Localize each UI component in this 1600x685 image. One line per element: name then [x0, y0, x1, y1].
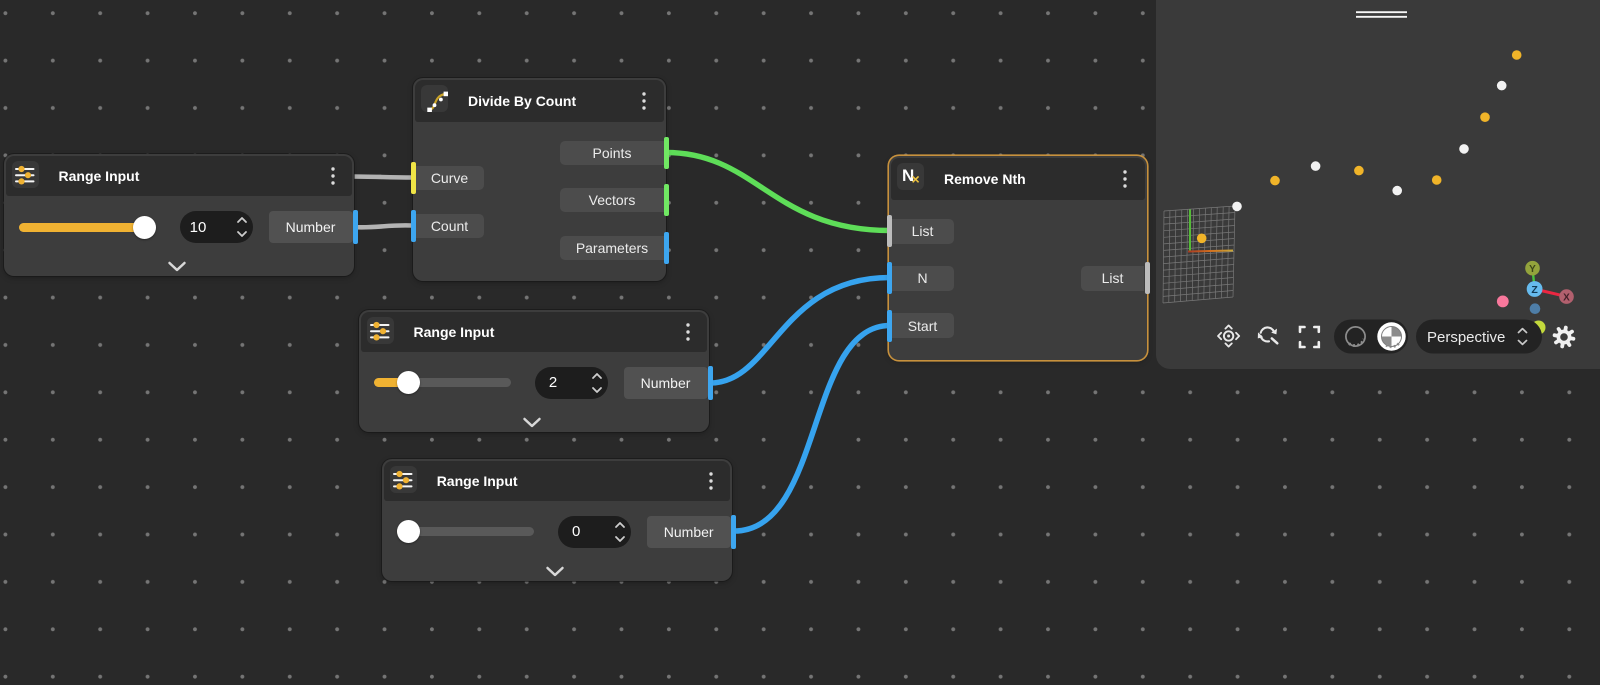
- svg-text:Perspective: Perspective: [1427, 329, 1505, 346]
- svg-text:X: X: [1563, 292, 1570, 303]
- svg-text:Y: Y: [1529, 264, 1536, 275]
- svg-text:Z: Z: [1531, 284, 1538, 296]
